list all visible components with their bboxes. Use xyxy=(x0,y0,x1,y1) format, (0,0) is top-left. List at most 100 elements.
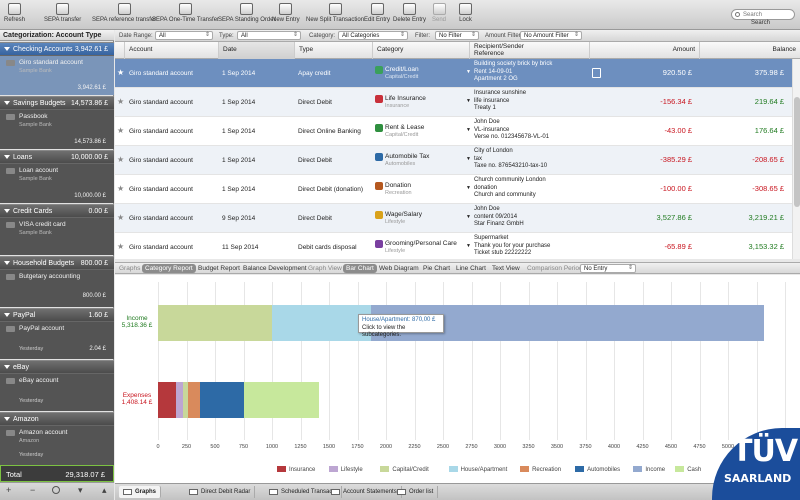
bar-expenses-lifestyle[interactable] xyxy=(175,382,184,418)
legend-item[interactable]: Income xyxy=(633,466,665,473)
table-row[interactable]: ★ Giro standard account 11 Sep 2014 Debit c… xyxy=(115,233,792,259)
star-icon[interactable]: ★ xyxy=(117,213,124,222)
table-row[interactable]: ★ Giro standard account 1 Sep 2014 Direct D… xyxy=(115,88,792,117)
cell-category: Life Insurance Insurance xyxy=(375,95,426,109)
group-amazon[interactable]: Amazon xyxy=(0,412,114,425)
chevron-down-icon: ▼ xyxy=(466,185,471,191)
chevron-down-icon[interactable]: ▾ xyxy=(78,485,83,496)
delete-entry-button[interactable]: Delete Entry xyxy=(393,3,426,29)
sepa-transfer-button[interactable]: SEPA transfer xyxy=(44,3,81,29)
table-row[interactable]: ★ Giro standard account 1 Sep 2014 Direct D… xyxy=(115,146,792,175)
column-amount[interactable]: Amount xyxy=(590,42,700,59)
legend-item[interactable]: Cash xyxy=(675,466,701,473)
text-view-button[interactable]: Text View xyxy=(492,265,520,272)
star-icon[interactable]: ★ xyxy=(117,155,124,164)
bar-income-house-apartment[interactable] xyxy=(272,305,372,341)
new-split-transaction-button[interactable]: New Split Transaction xyxy=(306,3,364,29)
search-input[interactable]: Search xyxy=(731,9,795,20)
star-icon[interactable]: ★ xyxy=(117,242,124,251)
table-row[interactable]: ★ Giro standard account 1 Sep 2014 Apay cre… xyxy=(115,59,792,88)
table-row[interactable]: ★ Giro standard account 1 Sep 2014 Direct D… xyxy=(115,175,792,204)
column-account[interactable]: Account xyxy=(125,42,219,59)
account-paypal[interactable]: PayPal account Yesterday 2.04 £ xyxy=(0,321,114,359)
bar-expenses-automobiles[interactable] xyxy=(199,382,244,418)
gear-icon[interactable] xyxy=(52,486,60,494)
send-button[interactable]: Send xyxy=(432,3,446,29)
web-diagram-button[interactable]: Web Diagram xyxy=(379,265,419,272)
scrollbar-thumb[interactable] xyxy=(794,97,800,207)
column-date[interactable]: Date xyxy=(219,42,295,59)
account-loan[interactable]: Loan account Sample Bank 10,000.00 £ xyxy=(0,163,114,203)
amount-filter-select[interactable]: No Amount Filter xyxy=(520,31,582,40)
sepa-one-time-transfer-button[interactable]: SEPA One-Time Transfer xyxy=(152,3,219,29)
refresh-button[interactable]: Refresh xyxy=(4,3,25,29)
edit-entry-button[interactable]: Edit Entry xyxy=(364,3,390,29)
lock-button[interactable]: Lock xyxy=(459,3,472,29)
type-select[interactable]: All xyxy=(237,31,301,40)
date-range-select[interactable]: All xyxy=(155,31,213,40)
star-icon[interactable]: ★ xyxy=(117,97,124,106)
calendar-icon xyxy=(269,489,278,495)
group-paypal[interactable]: PayPal 1.60 £ xyxy=(0,308,114,321)
bar-expenses-cash[interactable] xyxy=(243,382,319,418)
group-checking-accounts[interactable]: Checking Accounts 3,942.61 £ xyxy=(0,42,114,55)
legend-item[interactable]: Capital/Credit xyxy=(380,466,429,473)
bar-expenses-recreation[interactable] xyxy=(188,382,200,418)
account-visa[interactable]: VISA credit card Sample Bank xyxy=(0,217,114,255)
tab-direct-debit-radar[interactable]: Direct Debit Radar xyxy=(185,486,256,498)
sepa-standing-order-button[interactable]: SEPA Standing Order xyxy=(218,3,276,29)
star-icon[interactable]: ★ xyxy=(117,126,124,135)
column-recipient-reference[interactable]: Recipient/Sender Reference xyxy=(470,42,590,59)
account-budgetary[interactable]: Butgetary accounting 800.00 £ xyxy=(0,269,114,307)
line-chart-button[interactable]: Line Chart xyxy=(456,265,486,272)
table-row[interactable]: ★ Giro standard account 1 Sep 2014 Direct O… xyxy=(115,117,792,146)
group-savings-budgets[interactable]: Savings Budgets 14,573.86 £ xyxy=(0,96,114,109)
add-icon[interactable]: + xyxy=(6,485,11,495)
tab-account-statements[interactable]: Account Statements xyxy=(327,486,402,498)
legend-item[interactable]: Lifestyle xyxy=(328,466,363,473)
account-amazon[interactable]: Amazon account Amazon Yesterday xyxy=(0,425,114,465)
tab-graphs[interactable]: Graphs xyxy=(119,486,162,498)
account-giro-standard[interactable]: Giro standard account Sample Bank 3,942.61… xyxy=(0,55,114,95)
table-row[interactable]: ★ Giro standard account 9 Sep 2014 Direct D… xyxy=(115,204,792,233)
column-category[interactable]: Category xyxy=(373,42,470,59)
cell-amount: -100.00 £ xyxy=(660,184,692,193)
group-ebay[interactable]: eBay xyxy=(0,360,114,373)
legend-item[interactable]: Recreation xyxy=(520,466,561,473)
group-credit-cards[interactable]: Credit Cards 0.00 £ xyxy=(0,204,114,217)
categorization-header[interactable]: Categorization: Account Type xyxy=(0,30,114,41)
legend-item[interactable]: Automobiles xyxy=(575,466,620,473)
filter-select[interactable]: No Filter xyxy=(435,31,479,40)
bar-income-capital-credit[interactable] xyxy=(158,305,272,341)
star-icon[interactable]: ★ xyxy=(117,68,124,77)
tab-order-list[interactable]: Order list xyxy=(393,486,439,498)
eject-icon[interactable]: ▴ xyxy=(102,485,107,496)
star-column-header[interactable] xyxy=(115,42,125,59)
table-scrollbar[interactable] xyxy=(792,59,800,259)
chart-legend: Insurance Lifestyle Capital/Credit House/Ap… xyxy=(275,466,701,476)
account-passbook[interactable]: Passbook Sample Bank 14,573.86 £ xyxy=(0,109,114,149)
pie-chart-button[interactable]: Pie Chart xyxy=(423,265,450,272)
budget-report-button[interactable]: Budget Report xyxy=(198,265,240,272)
column-type[interactable]: Type xyxy=(295,42,373,59)
legend-item[interactable]: Insurance xyxy=(277,466,315,473)
balance-development-button[interactable]: Balance Development xyxy=(243,265,307,272)
sepa-reference-transfer-button[interactable]: SEPA reference transfer xyxy=(92,3,156,29)
note-icon[interactable] xyxy=(592,68,601,78)
cell-account: Giro standard account xyxy=(129,70,193,77)
group-loans[interactable]: Loans 10,000.00 £ xyxy=(0,150,114,163)
total-bar: Total 29,318.07 £ xyxy=(0,465,114,482)
bar-chart-button[interactable]: Bar Chart xyxy=(343,264,377,273)
category-report-button[interactable]: Category Report xyxy=(142,264,196,273)
account-ebay[interactable]: eBay account Yesterday xyxy=(0,373,114,411)
bar-expenses-insurance[interactable] xyxy=(158,382,176,418)
remove-icon[interactable]: − xyxy=(30,485,35,495)
star-icon[interactable]: ★ xyxy=(117,184,124,193)
comparison-period-select[interactable]: No Entry xyxy=(580,264,636,273)
new-entry-button[interactable]: New Entry xyxy=(272,3,300,29)
legend-item[interactable]: House/Apartment xyxy=(448,466,507,473)
category-select[interactable]: All Categories xyxy=(338,31,408,40)
column-balance[interactable]: Balance xyxy=(700,42,800,59)
disclosure-icon xyxy=(4,47,10,51)
group-household-budgets[interactable]: Household Budgets 800.00 £ xyxy=(0,256,114,269)
